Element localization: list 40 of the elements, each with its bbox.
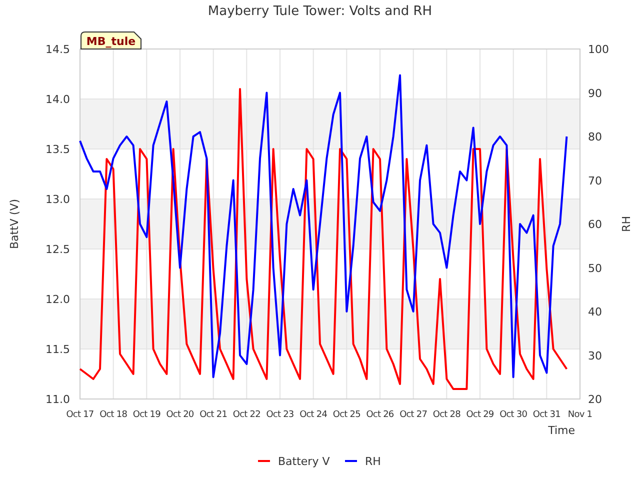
x-tick-label: Oct 18	[100, 410, 128, 420]
y-tick-label: 13.0	[46, 193, 70, 206]
legend-label: Battery V	[278, 455, 330, 468]
x-tick-label: Oct 31	[532, 410, 560, 420]
chart-title: Mayberry Tule Tower: Volts and RH	[208, 4, 432, 19]
legend-label: RH	[365, 455, 381, 468]
y-tick-label: 30	[588, 349, 602, 362]
x-tick-label: Oct 22	[232, 410, 260, 420]
x-tick-label: Oct 20	[166, 410, 194, 420]
x-tick-label: Oct 27	[400, 410, 428, 420]
x-tick-label: Oct 23	[266, 410, 294, 420]
y-tick-label: 100	[588, 43, 609, 56]
x-tick-label: Oct 25	[332, 410, 360, 420]
x-tick-label: Oct 28	[432, 410, 460, 420]
y-tick-label: 13.5	[46, 143, 70, 156]
y-tick-label: 20	[588, 393, 602, 406]
y-tick-label: 11.0	[46, 393, 70, 406]
x-tick-label: Oct 21	[200, 410, 228, 420]
x-tick-label: Oct 19	[132, 410, 160, 420]
y-tick-label: 14.0	[46, 93, 70, 106]
y-tick-label: 80	[588, 130, 602, 144]
x-tick-label: Oct 29	[466, 410, 494, 420]
y-tick-label: 60	[588, 218, 602, 231]
axis-title: RH	[620, 216, 633, 232]
x-tick-label: Oct 30	[500, 410, 528, 420]
y-tick-label: 40	[588, 306, 602, 318]
y-tick-label: 12.5	[46, 243, 70, 256]
x-tick-label: Oct 24	[300, 410, 328, 420]
x-tick-label: Nov 1	[568, 410, 592, 420]
y-tick-label: 11.5	[46, 343, 70, 356]
y-tick-label: 12.0	[46, 293, 70, 306]
station-badge: MB_tule	[80, 32, 142, 50]
y-tick-label: 14.5	[46, 43, 70, 56]
axis-title: Time	[548, 424, 575, 437]
x-tick-label: Oct 17	[66, 410, 94, 420]
y-tick-label: 70	[588, 174, 602, 188]
y-tick-label: 90	[588, 86, 602, 100]
x-tick-label: Oct 26	[366, 410, 394, 420]
y-tick-label: 50	[588, 262, 602, 275]
axis-title: BattV (V)	[8, 198, 21, 250]
